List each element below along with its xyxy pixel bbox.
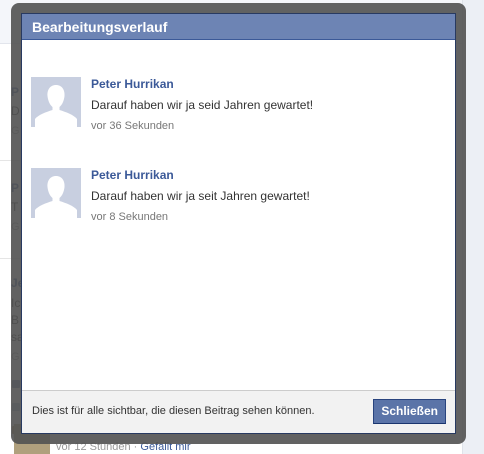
entry-timestamp: vor 36 Sekunden <box>91 120 175 132</box>
dialog-footer: Dies ist für alle sichtbar, die diesen B… <box>22 390 455 433</box>
edit-history-dialog: Bearbeitungsverlauf Peter Hurrikan Darau… <box>11 3 466 444</box>
entry-author-link[interactable]: Peter Hurrikan <box>91 168 174 182</box>
dialog-panel: Bearbeitungsverlauf Peter Hurrikan Darau… <box>21 13 456 434</box>
entry-author-link[interactable]: Peter Hurrikan <box>91 77 174 91</box>
dialog-body: Peter Hurrikan Darauf haben wir ja seid … <box>22 41 455 390</box>
edit-history-entry: Peter Hurrikan Darauf haben wir ja seit … <box>31 168 451 228</box>
dialog-title: Bearbeitungsverlauf <box>22 14 455 40</box>
entry-text: Darauf haben wir ja seid Jahren gewartet… <box>91 98 314 112</box>
entry-text: Darauf haben wir ja seit Jahren gewartet… <box>91 189 310 203</box>
entry-timestamp: vor 8 Sekunden <box>91 211 169 223</box>
default-profile-silhouette-icon[interactable] <box>31 168 81 218</box>
edit-history-entry: Peter Hurrikan Darauf haben wir ja seid … <box>31 77 451 137</box>
close-button[interactable]: Schließen <box>373 399 446 424</box>
visibility-notice: Dies ist für alle sichtbar, die diesen B… <box>32 405 315 417</box>
default-profile-silhouette-icon[interactable] <box>31 77 81 127</box>
